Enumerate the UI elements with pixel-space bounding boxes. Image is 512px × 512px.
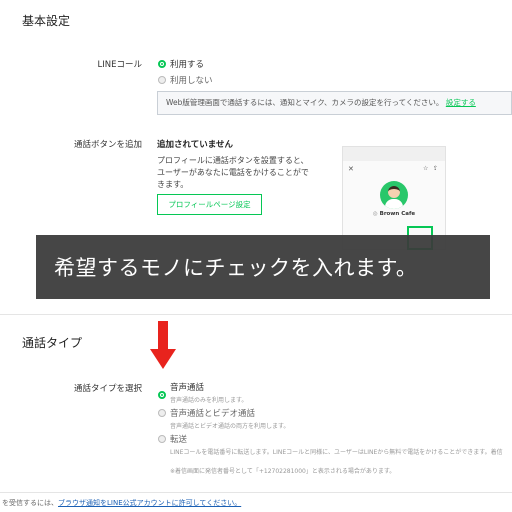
web-call-notice: Web版管理画面で通話するには、通知とマイク、カメラの設定を行ってください。 設… xyxy=(157,91,512,115)
preview-profile-name-text: Brown Cafe xyxy=(379,211,416,217)
preview-avatar xyxy=(380,181,408,209)
call-type-voice-desc: 音声通話のみを利用します。 xyxy=(170,397,248,404)
profile-page-settings-button[interactable]: プロフィールページ設定 xyxy=(157,194,262,215)
call-type-transfer-radio[interactable] xyxy=(158,435,166,443)
call-button-desc-line-1: プロフィールに通話ボタンを設置すると、 xyxy=(157,156,309,165)
notice-settings-link[interactable]: 設定する xyxy=(446,98,476,107)
preview-verified-icon: ◎ xyxy=(372,211,378,217)
footer-notification-bar: を受信するには、ブラウザ通知をLINE公式アカウントに許可してください。 xyxy=(0,492,512,512)
footer-prefix: を受信するには、 xyxy=(2,499,58,507)
line-call-off-radio[interactable] xyxy=(158,76,166,84)
line-call-on-label[interactable]: 利用する xyxy=(170,58,204,70)
preview-close-icon: ✕ xyxy=(348,165,354,173)
preview-profile-name: ◎ Brown Cafe xyxy=(343,211,445,217)
call-button-desc-line-2: ユーザーがあなたに電話をかけることがで xyxy=(157,168,309,177)
call-type-voice-video-radio[interactable] xyxy=(158,409,166,417)
call-type-voice-video-label[interactable]: 音声通話とビデオ通話 xyxy=(170,407,255,419)
call-type-voice-label[interactable]: 音声通話 xyxy=(170,381,204,393)
footer-browser-notification-link[interactable]: ブラウザ通知をLINE公式アカウントに許可してください。 xyxy=(58,499,241,507)
call-type-transfer-desc: LINEコールを電話番号に転送します。LINEコールと同様に、ユーザーはLINE… xyxy=(170,449,503,456)
section-divider xyxy=(0,314,512,315)
call-button-description: プロフィールに通話ボタンを設置すると、 ユーザーがあなたに電話をかけることがで … xyxy=(157,155,327,191)
preview-share-icon: ⇪ xyxy=(433,165,439,172)
call-type-voice-radio[interactable] xyxy=(158,391,166,399)
section-title-basic: 基本設定 xyxy=(22,14,71,28)
call-type-transfer-note: ※着信画面に発信者番号として「+12702281000」と表示される場合がありま… xyxy=(170,468,396,475)
preview-star-icon: ☆ xyxy=(423,165,429,172)
section-title-call-type: 通話タイプ xyxy=(22,336,83,350)
instruction-banner-text: 希望するモノにチェックを入れます。 xyxy=(54,256,418,280)
line-call-on-radio[interactable] xyxy=(158,60,166,68)
preview-topbar xyxy=(343,147,445,161)
call-button-status: 追加されていません xyxy=(157,140,233,150)
line-call-label: LINEコール xyxy=(97,60,142,70)
call-type-select-label: 通話タイプを選択 xyxy=(73,384,142,394)
instruction-banner: 希望するモノにチェックを入れます。 xyxy=(36,235,490,299)
call-button-label: 通話ボタンを追加 xyxy=(73,140,142,150)
call-type-voice-video-desc: 音声通話とビデオ通話の両方を利用します。 xyxy=(170,423,290,430)
red-arrow-icon xyxy=(150,321,176,369)
line-call-off-label[interactable]: 利用しない xyxy=(170,74,213,86)
call-button-desc-line-3: きます。 xyxy=(157,180,189,189)
notice-text: Web版管理画面で通話するには、通知とマイク、カメラの設定を行ってください。 xyxy=(166,98,444,107)
call-type-transfer-label[interactable]: 転送 xyxy=(170,433,187,445)
